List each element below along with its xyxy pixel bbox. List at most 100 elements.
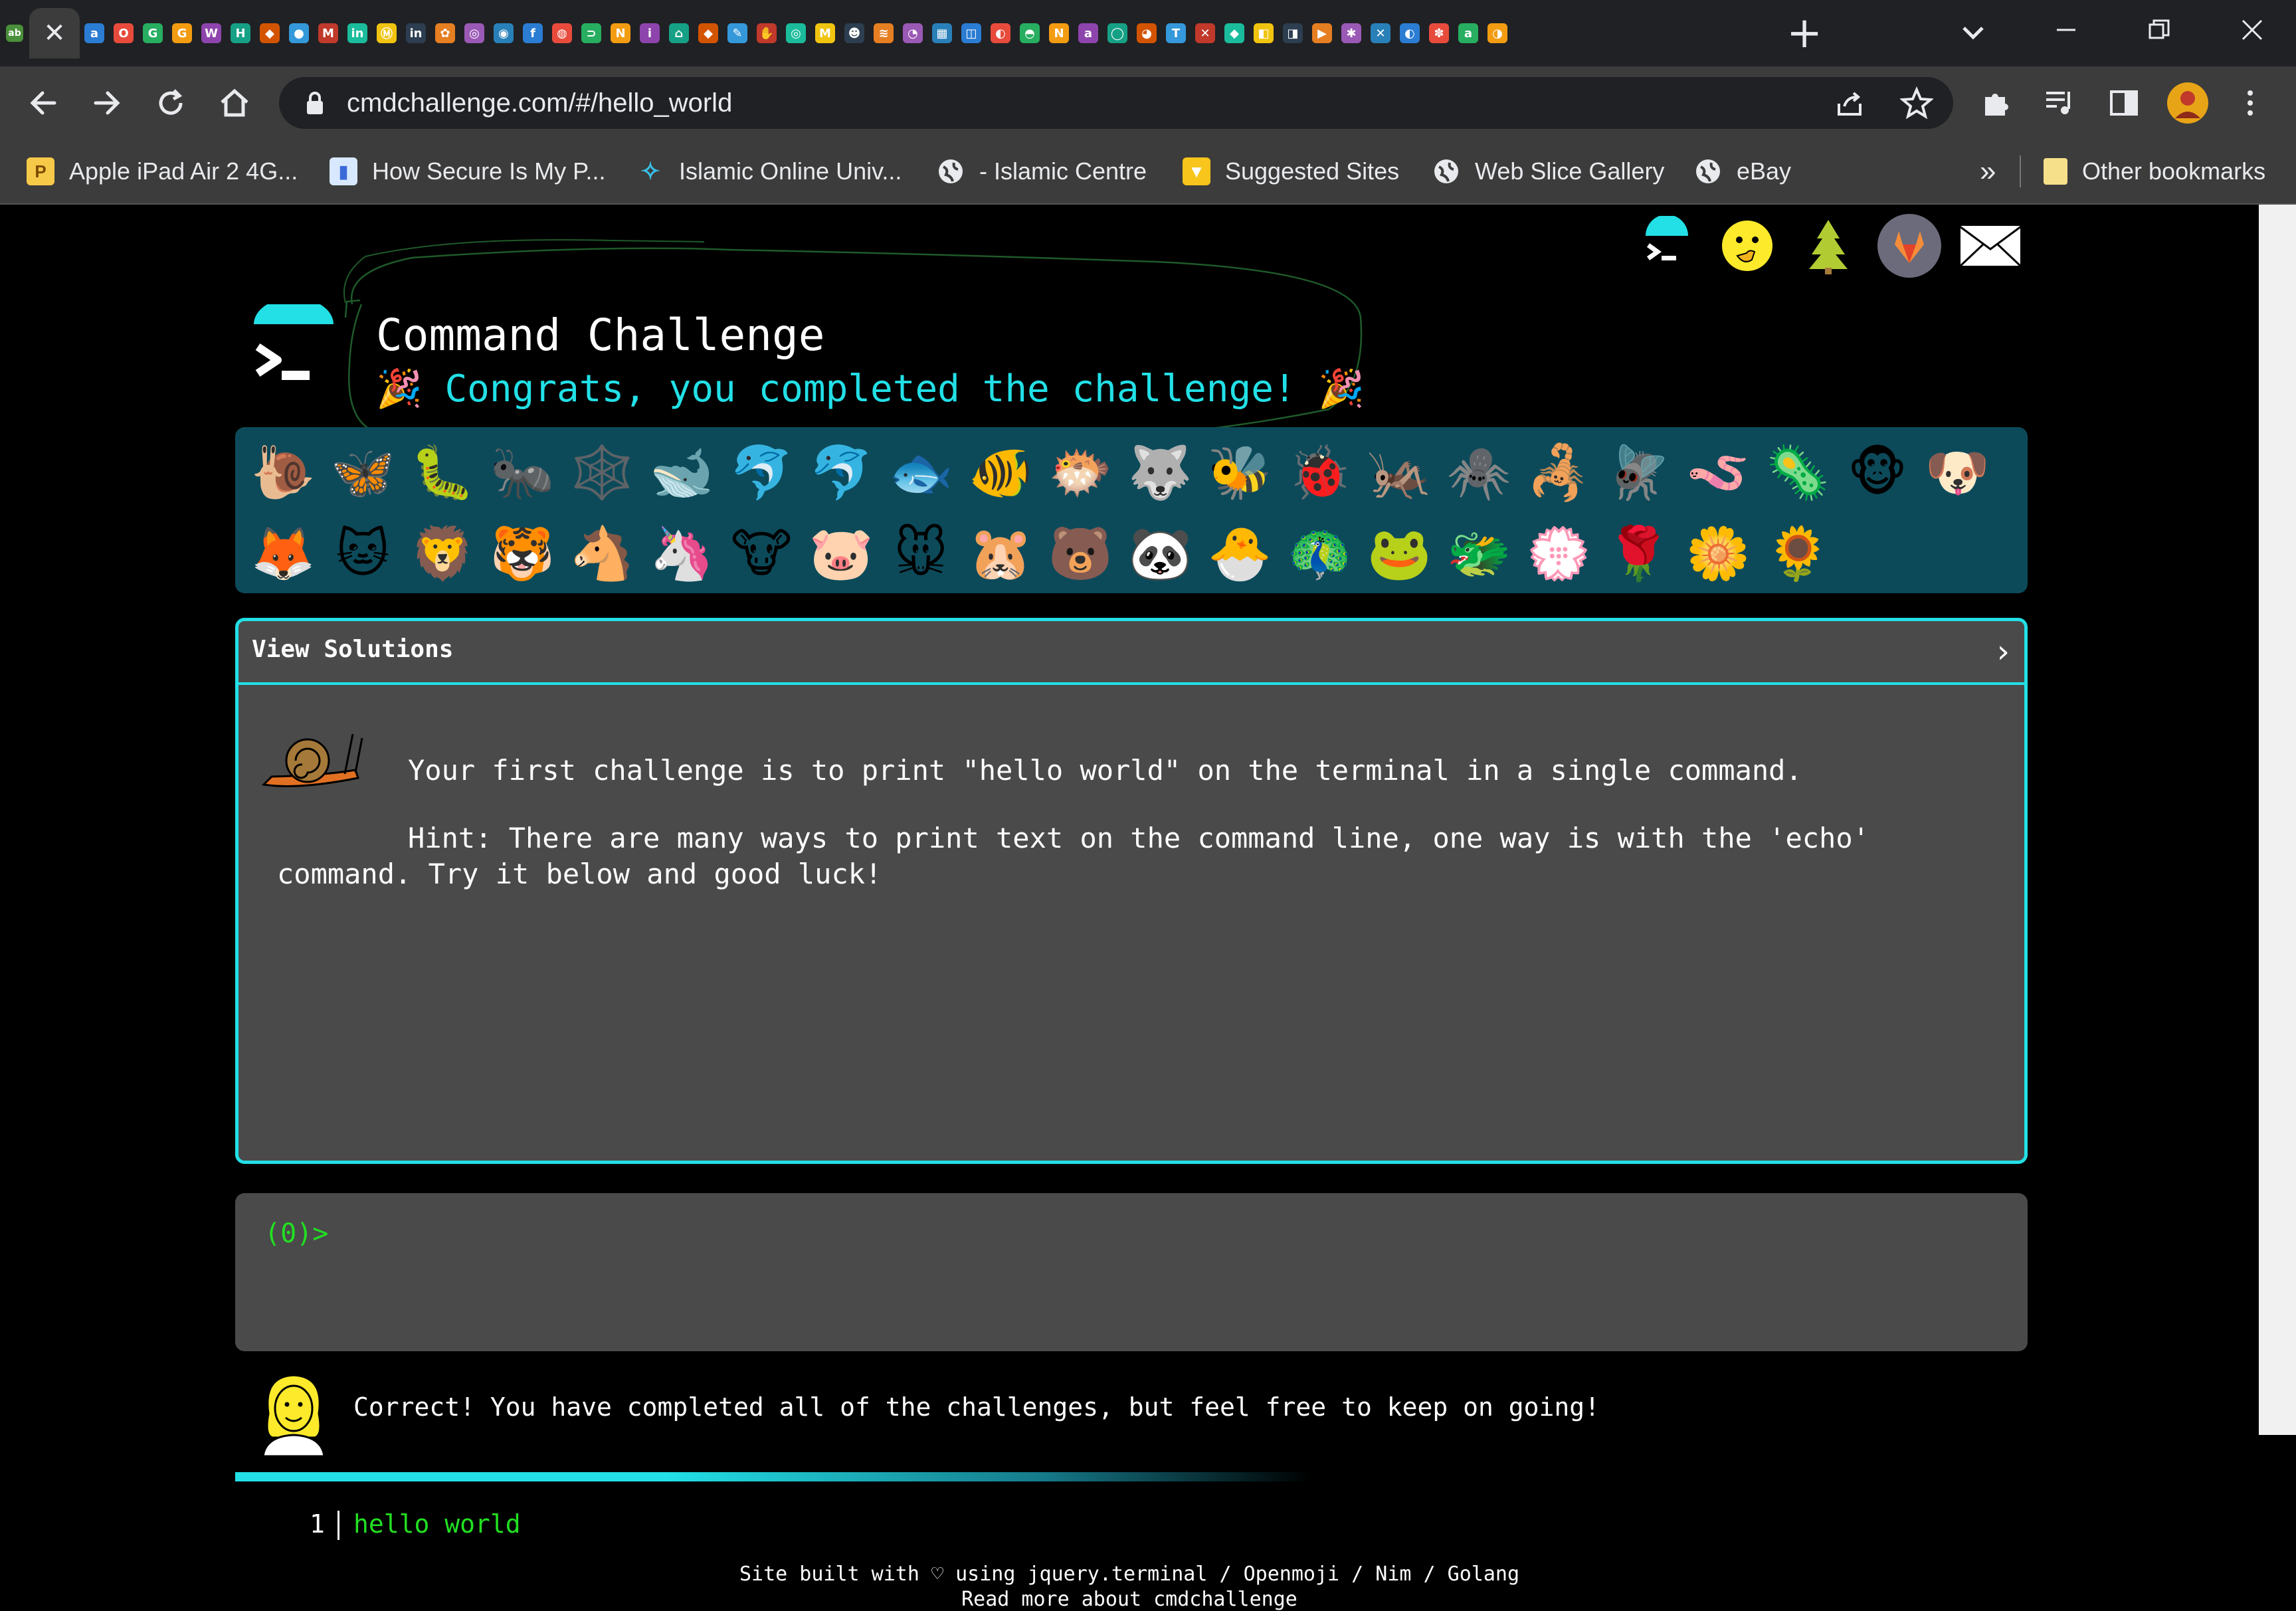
browser-tab[interactable]: ◯ [1103, 8, 1132, 58]
dragon-icon[interactable]: 🐲 [1439, 514, 1519, 594]
browser-tab[interactable]: H [226, 8, 255, 58]
close-window-button[interactable] [2212, 7, 2292, 53]
browser-tab[interactable]: f [518, 8, 547, 58]
whale-icon[interactable]: 🐋 [642, 433, 721, 513]
browser-tab[interactable]: ⊃ [577, 8, 606, 58]
browser-tab[interactable]: ▦ [927, 8, 957, 58]
cmd-logo-icon[interactable] [1634, 214, 1698, 278]
browser-tab[interactable]: W [197, 8, 226, 58]
browser-tab[interactable]: ◫ [957, 8, 986, 58]
browser-tab[interactable]: i [635, 8, 664, 58]
tab-search-button[interactable] [1953, 13, 1993, 53]
browser-tab[interactable]: M [314, 8, 343, 58]
bookmarks-overflow-button[interactable]: » [1980, 151, 1996, 191]
browser-tab[interactable]: M [811, 8, 840, 58]
menu-button[interactable] [2227, 80, 2273, 126]
home-button[interactable] [211, 80, 258, 126]
browser-tab[interactable]: ✱ [1337, 8, 1366, 58]
browser-tab[interactable]: ◍ [547, 8, 577, 58]
browser-tab[interactable]: ◔ [898, 8, 927, 58]
dolphin-2-icon[interactable]: 🐬 [801, 433, 881, 513]
forward-button[interactable] [84, 80, 130, 126]
browser-tab[interactable]: ◐ [1395, 8, 1424, 58]
panda-icon[interactable]: 🐼 [1120, 514, 1200, 594]
browser-tab[interactable]: N [606, 8, 635, 58]
bookmark-star-icon[interactable] [1900, 86, 1933, 120]
mouse-icon[interactable]: 🐭 [881, 514, 961, 594]
browser-tab[interactable]: ✕ [1366, 8, 1395, 58]
blossom-icon[interactable]: 🌼 [1678, 514, 1758, 594]
cow-icon[interactable]: 🐮 [721, 514, 801, 594]
browser-tab[interactable]: ◎ [781, 8, 811, 58]
bookmark-item[interactable]: ▼ Suggested Sites [1183, 151, 1399, 191]
dog-icon[interactable]: 🐶 [1917, 433, 1997, 513]
reload-button[interactable] [147, 80, 194, 126]
cricket-icon[interactable]: 🦗 [1359, 433, 1439, 513]
terminal-prompt[interactable]: (0)> [264, 1218, 328, 1249]
browser-tab[interactable]: Ⓜ [372, 8, 401, 58]
caterpillar-icon[interactable]: 🐛 [403, 433, 482, 513]
lion-icon[interactable]: 🦁 [403, 514, 482, 594]
unicorn-icon[interactable]: 🦄 [642, 514, 721, 594]
butterfly-icon[interactable]: 🦋 [323, 433, 403, 513]
bookmark-item[interactable]: eBay [1694, 151, 1791, 191]
bookmark-item[interactable]: ✧ Islamic Online Univ... [636, 151, 902, 191]
browser-tab[interactable]: ● [284, 8, 314, 58]
horse-icon[interactable]: 🐴 [562, 514, 642, 594]
browser-tab[interactable]: ✎ [723, 8, 752, 58]
minimize-button[interactable] [2026, 7, 2106, 53]
browser-tab[interactable]: N [1044, 8, 1074, 58]
side-panel-button[interactable] [2101, 80, 2147, 126]
browser-tab[interactable]: a [80, 8, 109, 58]
browser-tab[interactable]: O [109, 8, 138, 58]
dolphin-icon[interactable]: 🐬 [721, 433, 801, 513]
monkey-icon[interactable]: 🐵 [1838, 433, 1917, 513]
browser-tab[interactable]: in [343, 8, 372, 58]
active-tab-close-button[interactable]: ✕ [29, 8, 80, 58]
blowfish-icon[interactable]: 🐡 [1040, 433, 1120, 513]
browser-tab[interactable]: ◉ [489, 8, 518, 58]
browser-tab[interactable]: ☻ [840, 8, 869, 58]
spiderweb-icon[interactable]: 🕸️ [562, 433, 642, 513]
browser-tab[interactable]: T [1161, 8, 1191, 58]
spider-icon[interactable]: 🕷️ [1439, 433, 1519, 513]
cat-icon[interactable]: 🐱 [323, 514, 403, 594]
browser-tab[interactable]: ▶ [1307, 8, 1337, 58]
browser-tab[interactable]: ◆ [694, 8, 723, 58]
address-bar[interactable]: cmdchallenge.com/#/hello_world [279, 77, 1953, 129]
browser-tab[interactable]: G [167, 8, 197, 58]
back-button[interactable] [20, 80, 66, 126]
browser-tab[interactable]: ✕ [1191, 8, 1220, 58]
tree-icon[interactable] [1796, 214, 1860, 278]
chick-icon[interactable]: 🐣 [1200, 514, 1280, 594]
bear-icon[interactable]: 🐻 [1040, 514, 1120, 594]
white-flower-icon[interactable]: 💮 [1519, 514, 1598, 594]
pig-icon[interactable]: 🐷 [801, 514, 881, 594]
hamster-icon[interactable]: 🐹 [961, 514, 1040, 594]
browser-tab[interactable]: ◆ [1220, 8, 1249, 58]
fish-icon[interactable]: 🐟 [881, 433, 961, 513]
browser-tab[interactable]: ◎ [460, 8, 489, 58]
url-text[interactable]: cmdchallenge.com/#/hello_world [347, 77, 732, 129]
tiger-icon[interactable]: 🐯 [482, 514, 562, 594]
bee-icon[interactable]: 🐝 [1200, 433, 1280, 513]
snail-icon[interactable]: 🐌 [243, 433, 323, 513]
page-scrollbar[interactable] [2259, 205, 2296, 1435]
browser-tab[interactable]: ✿ [430, 8, 460, 58]
fox-icon[interactable]: 🦊 [243, 514, 323, 594]
tropical-fish-icon[interactable]: 🐠 [961, 433, 1040, 513]
browser-tab[interactable]: ◧ [1249, 8, 1278, 58]
footer-about-link[interactable]: Read more about cmdchallenge [0, 1588, 2259, 1611]
media-button[interactable] [2037, 80, 2083, 126]
browser-tab[interactable]: ◆ [255, 8, 284, 58]
hand-over-mouth-icon[interactable] [1715, 214, 1779, 278]
extensions-button[interactable] [1973, 80, 2020, 126]
worm-icon[interactable]: 🪱 [1678, 433, 1758, 513]
browser-tab[interactable]: ◓ [1015, 8, 1044, 58]
browser-tab[interactable]: ✽ [1424, 8, 1454, 58]
ant-icon[interactable]: 🐜 [482, 433, 562, 513]
footer-credits[interactable]: Site built with ♡ using jquery.terminal … [0, 1563, 2259, 1586]
browser-tab[interactable]: in [401, 8, 430, 58]
browser-tab[interactable]: a [1074, 8, 1103, 58]
fly-icon[interactable]: 🪰 [1598, 433, 1678, 513]
